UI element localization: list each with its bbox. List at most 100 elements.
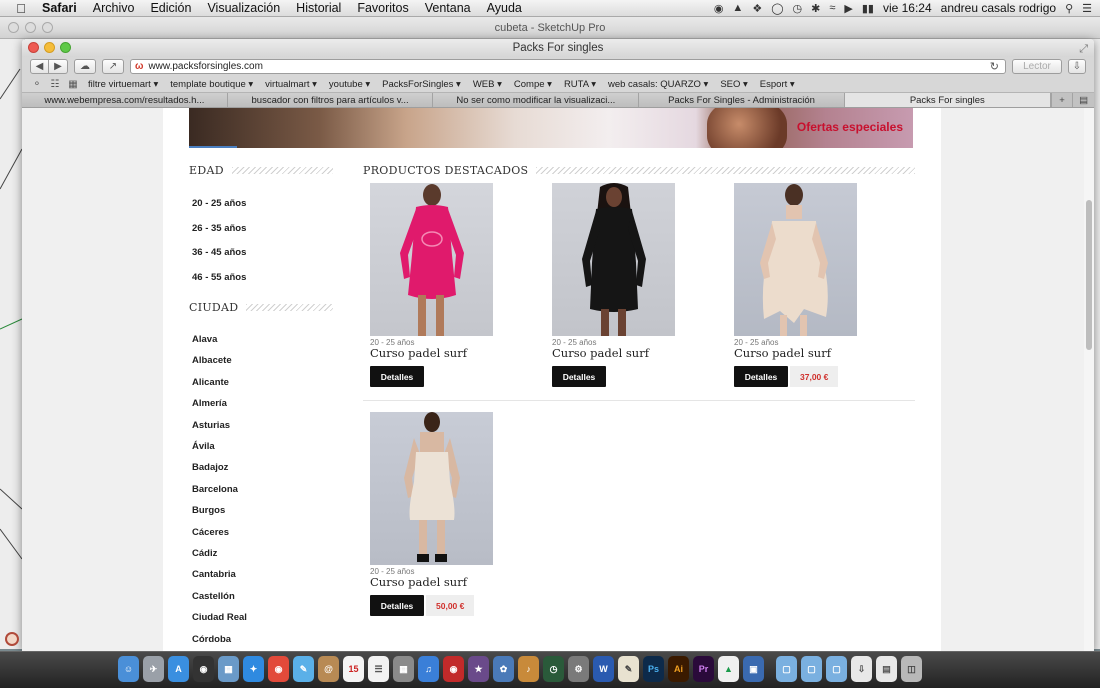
chrome-icon[interactable]: ◉ (268, 656, 289, 682)
fullscreen-icon[interactable]: ⤢ (1079, 40, 1088, 58)
ciudad-option[interactable]: Cantabria (192, 564, 247, 585)
share-button[interactable]: ↗ (102, 59, 124, 74)
battery-icon[interactable]: ▮▮ (862, 2, 874, 15)
photobooth-icon[interactable]: ◉ (443, 656, 464, 682)
sketchup-zoom-button[interactable] (42, 22, 53, 33)
ciudad-option[interactable]: Cádiz (192, 543, 247, 564)
bookmark-folder[interactable]: RUTA ▾ (558, 79, 602, 90)
bookmark-folder[interactable]: PacksForSingles ▾ (376, 79, 467, 90)
bookmark-folder[interactable]: Esport ▾ (754, 79, 801, 90)
sketchup-minimize-button[interactable] (25, 22, 36, 33)
new-tab-button[interactable]: + (1050, 93, 1073, 107)
edad-option[interactable]: 20 - 25 años (192, 192, 246, 217)
iphoto-icon[interactable]: ✿ (493, 656, 514, 682)
ciudad-option[interactable]: Ávila (192, 436, 247, 457)
tab-administracion[interactable]: Packs For Singles - Administración (639, 93, 845, 107)
product-name[interactable]: Curso padel surf (552, 346, 692, 360)
top-sites-grid-icon[interactable]: ▦ (64, 79, 82, 90)
calendar-icon[interactable]: 15 (343, 656, 364, 682)
wifi-icon[interactable]: ≈ (829, 2, 835, 14)
ciudad-option[interactable]: Alava (192, 329, 247, 350)
bookmark-folder[interactable]: youtube ▾ (323, 79, 376, 90)
menu-archivo[interactable]: Archivo (85, 1, 143, 15)
show-all-tabs-icon[interactable]: ▤ (1072, 93, 1094, 107)
bookmark-folder[interactable]: virtualmart ▾ (259, 79, 323, 90)
ciudad-option[interactable]: Barcelona (192, 479, 247, 500)
dashboard-icon[interactable]: ◉ (193, 656, 214, 682)
dropbox-icon[interactable]: ❖ (752, 2, 762, 15)
reminders-icon[interactable]: ☰ (368, 656, 389, 682)
documents-icon[interactable]: ▤ (876, 656, 897, 682)
status-app-icon[interactable]: ◉ (714, 2, 724, 15)
reading-list-icon[interactable]: ⚬ (28, 79, 46, 90)
menu-favoritos[interactable]: Favoritos (349, 1, 416, 15)
drive-sync-icon[interactable]: ▲ (732, 2, 743, 14)
bookmark-folder[interactable]: Compe ▾ (508, 79, 558, 90)
ciudad-option[interactable]: Badajoz (192, 457, 247, 478)
product-name[interactable]: Curso padel surf (370, 346, 510, 360)
page-scrollbar[interactable] (1084, 108, 1094, 651)
tab-buscador[interactable]: buscador con filtros para artículos v... (227, 93, 434, 107)
sketchup-close-button[interactable] (8, 22, 19, 33)
product-image[interactable] (734, 183, 857, 336)
scrollbar-thumb[interactable] (1086, 200, 1092, 350)
system-preferences-icon[interactable]: ⚙ (568, 656, 589, 682)
menu-ventana[interactable]: Ventana (417, 1, 479, 15)
reload-icon[interactable]: ↻ (990, 60, 999, 73)
preview-icon[interactable]: ▦ (218, 656, 239, 682)
bluetooth-icon[interactable]: ✱ (811, 2, 820, 15)
forward-button[interactable]: ▶ (49, 59, 68, 74)
appstore-icon[interactable]: A (168, 656, 189, 682)
detalles-button[interactable]: Detalles (370, 595, 424, 616)
illustrator-icon[interactable]: Ai (668, 656, 689, 682)
menu-app-name[interactable]: Safari (34, 1, 85, 15)
product-name[interactable]: Curso padel surf (370, 575, 510, 589)
bookmark-folder[interactable]: template boutique ▾ (164, 79, 259, 90)
address-bar[interactable]: ω www.packsforsingles.com ↻ (130, 59, 1006, 74)
ciudad-option[interactable]: Castellón (192, 586, 247, 607)
itunes-icon[interactable]: ♫ (418, 656, 439, 682)
premiere-icon[interactable]: Pr (693, 656, 714, 682)
bookmarks-book-icon[interactable]: ☷ (46, 79, 64, 90)
volume-icon[interactable]: ▶ (844, 2, 852, 15)
product-image[interactable] (552, 183, 675, 336)
edad-option[interactable]: 36 - 45 años (192, 241, 246, 266)
virtualbox-icon[interactable]: ▣ (743, 656, 764, 682)
messages-icon[interactable]: ✎ (293, 656, 314, 682)
edad-option[interactable]: 46 - 55 años (192, 266, 246, 291)
detalles-button[interactable]: Detalles (552, 366, 606, 387)
bookmark-folder[interactable]: SEO ▾ (714, 79, 753, 90)
garageband-icon[interactable]: ♪ (518, 656, 539, 682)
ciudad-option[interactable]: Albacete (192, 350, 247, 371)
folder-icon[interactable]: ▢ (776, 656, 797, 682)
icloud-tabs-button[interactable]: ☁ (74, 59, 96, 74)
downloads-icon[interactable]: ⇩ (851, 656, 872, 682)
folder-icon[interactable]: ▢ (826, 656, 847, 682)
photos-icon[interactable]: ▦ (393, 656, 414, 682)
detalles-button[interactable]: Detalles (370, 366, 424, 387)
clock[interactable]: vie 16:24 (883, 1, 932, 15)
tab-webempresa[interactable]: www.webempresa.com/resultados.h... (22, 93, 228, 107)
back-button[interactable]: ◀ (30, 59, 49, 74)
menu-historial[interactable]: Historial (288, 1, 349, 15)
bookmark-folder[interactable]: WEB ▾ (467, 79, 508, 90)
contacts-icon[interactable]: @ (318, 656, 339, 682)
textedit-icon[interactable]: ✎ (618, 656, 639, 682)
menu-visualizacion[interactable]: Visualización (199, 1, 288, 15)
product-name[interactable]: Curso padel surf (734, 346, 874, 360)
tab-modificar[interactable]: No ser como modificar la visualizaci... (433, 93, 640, 107)
imovie-icon[interactable]: ★ (468, 656, 489, 682)
ciudad-option[interactable]: Ciudad Real (192, 607, 247, 628)
ciudad-option[interactable]: Almería (192, 393, 247, 414)
time-machine-icon[interactable]: ◷ (543, 656, 564, 682)
ciudad-option[interactable]: Burgos (192, 500, 247, 521)
apple-menu-icon[interactable]:  (8, 1, 34, 16)
safari-icon[interactable]: ✦ (243, 656, 264, 682)
menu-ayuda[interactable]: Ayuda (479, 1, 530, 15)
spotlight-search-icon[interactable]: ⚲ (1065, 2, 1073, 15)
minimize-button[interactable] (44, 42, 55, 53)
menu-edicion[interactable]: Edición (142, 1, 199, 15)
detalles-button[interactable]: Detalles (734, 366, 788, 387)
time-machine-icon[interactable]: ◷ (793, 2, 803, 15)
bookmark-folder[interactable]: filtre virtuemart ▾ (82, 79, 164, 90)
